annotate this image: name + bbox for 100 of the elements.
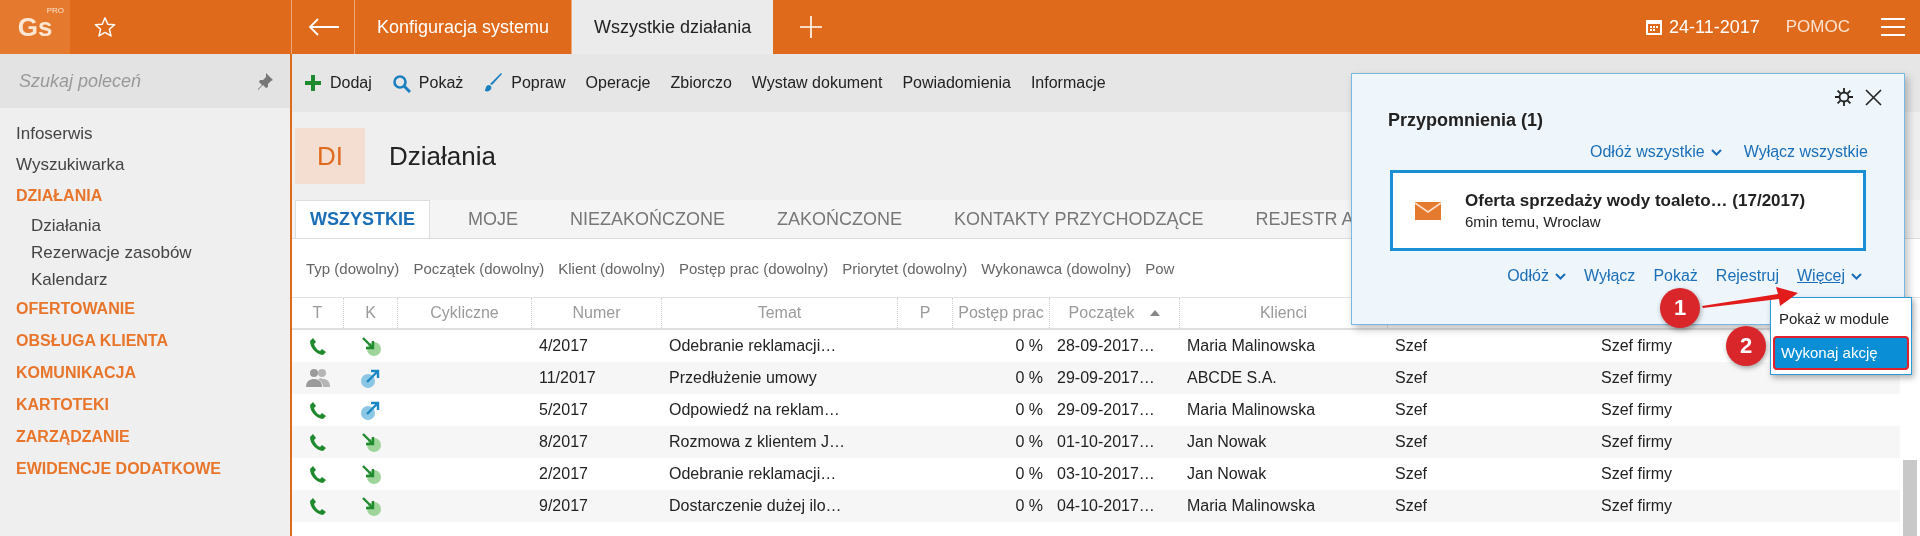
popup-link[interactable]: Więcej: [1797, 267, 1862, 285]
tab[interactable]: NIEZAKOŃCZONE: [556, 201, 740, 238]
popup-link[interactable]: Wyłącz: [1583, 267, 1636, 285]
search-icon: [391, 73, 411, 93]
logo-superscript: PRO: [46, 6, 64, 15]
popup-link[interactable]: Odłóż wszystkie: [1590, 143, 1722, 161]
table-cell: 01-10-2017…: [1057, 433, 1155, 450]
scrollbar-thumb[interactable]: [1903, 460, 1917, 536]
table-cell: 4/2017: [539, 337, 588, 354]
settings-icon[interactable]: [1835, 88, 1853, 106]
sidebar-item[interactable]: DZIAŁANIA: [16, 180, 103, 212]
table-cell: Szef: [1395, 465, 1427, 482]
popup-link[interactable]: Wyłącz wszystkie: [1743, 143, 1868, 161]
tab[interactable]: WSZYSTKIE: [295, 200, 430, 238]
column-header[interactable]: Cykliczne: [398, 298, 532, 328]
incoming-arrow-icon: [360, 495, 382, 517]
toolbar-button[interactable]: Operacje: [585, 74, 651, 92]
back-arrow-icon[interactable]: [308, 17, 340, 37]
table-cell: 0 %: [1015, 369, 1043, 386]
sidebar-subitem[interactable]: Kalendarz: [16, 266, 108, 293]
toolbar-button[interactable]: Zbiorczo: [670, 74, 732, 92]
table-cell: 11/2017: [539, 369, 596, 386]
table-cell: Szef firmy: [1601, 337, 1673, 354]
column-header[interactable]: Postęp prac: [953, 298, 1050, 328]
column-header[interactable]: K: [344, 298, 398, 328]
popup-link[interactable]: Rejestruj: [1715, 267, 1779, 285]
toolbar-button[interactable]: Pokaż: [391, 73, 464, 93]
table-cell: 0 %: [1015, 337, 1043, 354]
table-cell: Rozmowa z klientem J…: [669, 433, 846, 450]
sidebar-item[interactable]: Wyszukiwarka: [16, 149, 125, 180]
sidebar-item[interactable]: OBSŁUGA KLIENTA: [16, 325, 168, 357]
toolbar-button[interactable]: Powiadomienia: [902, 74, 1011, 92]
close-icon[interactable]: [1865, 88, 1882, 106]
toolbar-button[interactable]: Dodaj: [304, 74, 372, 92]
sidebar-item[interactable]: OFERTOWANIE: [16, 293, 135, 325]
plus-icon[interactable]: [799, 15, 824, 39]
table-cell: 5/2017: [539, 401, 588, 418]
star-icon[interactable]: [94, 16, 116, 38]
filter-button[interactable]: Postęp prac (dowolny): [679, 259, 829, 277]
table-cell: Odpowiedź na reklam…: [669, 401, 840, 418]
filter-button[interactable]: Wykonawca (dowolny): [981, 259, 1132, 277]
popup-link[interactable]: Odłóż: [1507, 267, 1566, 285]
sidebar-subitem[interactable]: Działania: [16, 212, 101, 239]
help-link[interactable]: POMOC: [1785, 17, 1850, 37]
reminder-title: Oferta sprzedaży wody toaleto… (17/2017): [1465, 191, 1806, 211]
outgoing-arrow-icon: [360, 367, 382, 389]
column-header[interactable]: Temat: [662, 298, 898, 328]
toolbar-button[interactable]: Popraw: [483, 73, 566, 93]
toolbar-button[interactable]: Informacje: [1030, 74, 1106, 92]
table-cell: 9/2017: [539, 497, 588, 514]
table-cell: 2/2017: [539, 465, 588, 482]
table-cell: 29-09-2017…: [1057, 401, 1155, 418]
toolbar-button[interactable]: Wystaw dokument: [751, 74, 883, 92]
sidebar-item[interactable]: ZARZĄDZANIE: [16, 421, 130, 453]
table-cell: 0 %: [1015, 401, 1043, 418]
incoming-arrow-icon: [360, 335, 382, 357]
column-header[interactable]: Początek: [1050, 298, 1180, 328]
table-cell: Dostarczenie dużej ilo…: [669, 497, 842, 514]
reminder-card[interactable]: Oferta sprzedaży wody toaleto… (17/2017) 6min temu, Wroclaw: [1390, 170, 1866, 251]
sidebar-item[interactable]: KOMUNIKACJA: [16, 357, 136, 389]
sidebar-item[interactable]: EWIDENCJE DODATKOWE: [16, 453, 222, 485]
calendar-icon: [1645, 18, 1663, 36]
sidebar-subitem[interactable]: Rezerwacje zasobów: [16, 239, 192, 266]
table-cell: Maria Malinowska: [1187, 337, 1316, 354]
pin-icon[interactable]: [256, 72, 274, 90]
table-cell: 8/2017: [539, 433, 588, 450]
filter-button[interactable]: Priorytet (dowolny): [842, 259, 968, 277]
table-cell: Szef: [1395, 433, 1427, 450]
sidebar-item[interactable]: Infoserwis: [16, 118, 93, 149]
table-cell: Jan Nowak: [1187, 465, 1267, 482]
filter-button[interactable]: Typ (dowolny): [306, 259, 400, 277]
people-icon: [305, 367, 331, 389]
column-header[interactable]: T: [292, 298, 344, 328]
column-header[interactable]: Numer: [532, 298, 662, 328]
reminder-detail: 6min temu, Wroclaw: [1465, 213, 1602, 230]
search-input[interactable]: Szukaj poleceń: [17, 69, 256, 93]
table-cell: 29-09-2017…: [1057, 369, 1155, 386]
incoming-arrow-icon: [360, 463, 382, 485]
module-badge: DI: [295, 128, 365, 184]
menu-item[interactable]: Wykonaj akcję: [1773, 336, 1909, 370]
filter-button[interactable]: Pow: [1145, 259, 1175, 277]
tab[interactable]: MOJE: [454, 201, 533, 238]
top-tab[interactable]: Wszystkie działania: [571, 0, 774, 54]
column-header[interactable]: P: [898, 298, 953, 328]
filter-button[interactable]: Początek (dowolny): [413, 259, 545, 277]
menu-icon[interactable]: [1880, 17, 1906, 37]
table-cell: Jan Nowak: [1187, 433, 1267, 450]
tab[interactable]: KONTAKTY PRZYCHODZĄCE: [940, 201, 1218, 238]
command-search-field[interactable]: Szukaj poleceń: [0, 54, 290, 108]
sidebar-item[interactable]: KARTOTEKI: [16, 389, 110, 421]
table-cell: 28-09-2017…: [1057, 337, 1155, 354]
outgoing-arrow-icon: [360, 399, 382, 421]
plus-icon: [304, 74, 322, 92]
filter-button[interactable]: Klient (dowolny): [558, 259, 665, 277]
tab[interactable]: ZAKOŃCZONE: [763, 201, 917, 238]
popup-link[interactable]: Pokaż: [1653, 267, 1698, 285]
menu-item[interactable]: Pokaż w module: [1773, 302, 1909, 336]
table-cell: Przedłużenie umowy: [669, 369, 817, 386]
table-cell: Odebranie reklamacji…: [669, 337, 837, 354]
caret-icon: [1554, 272, 1566, 280]
